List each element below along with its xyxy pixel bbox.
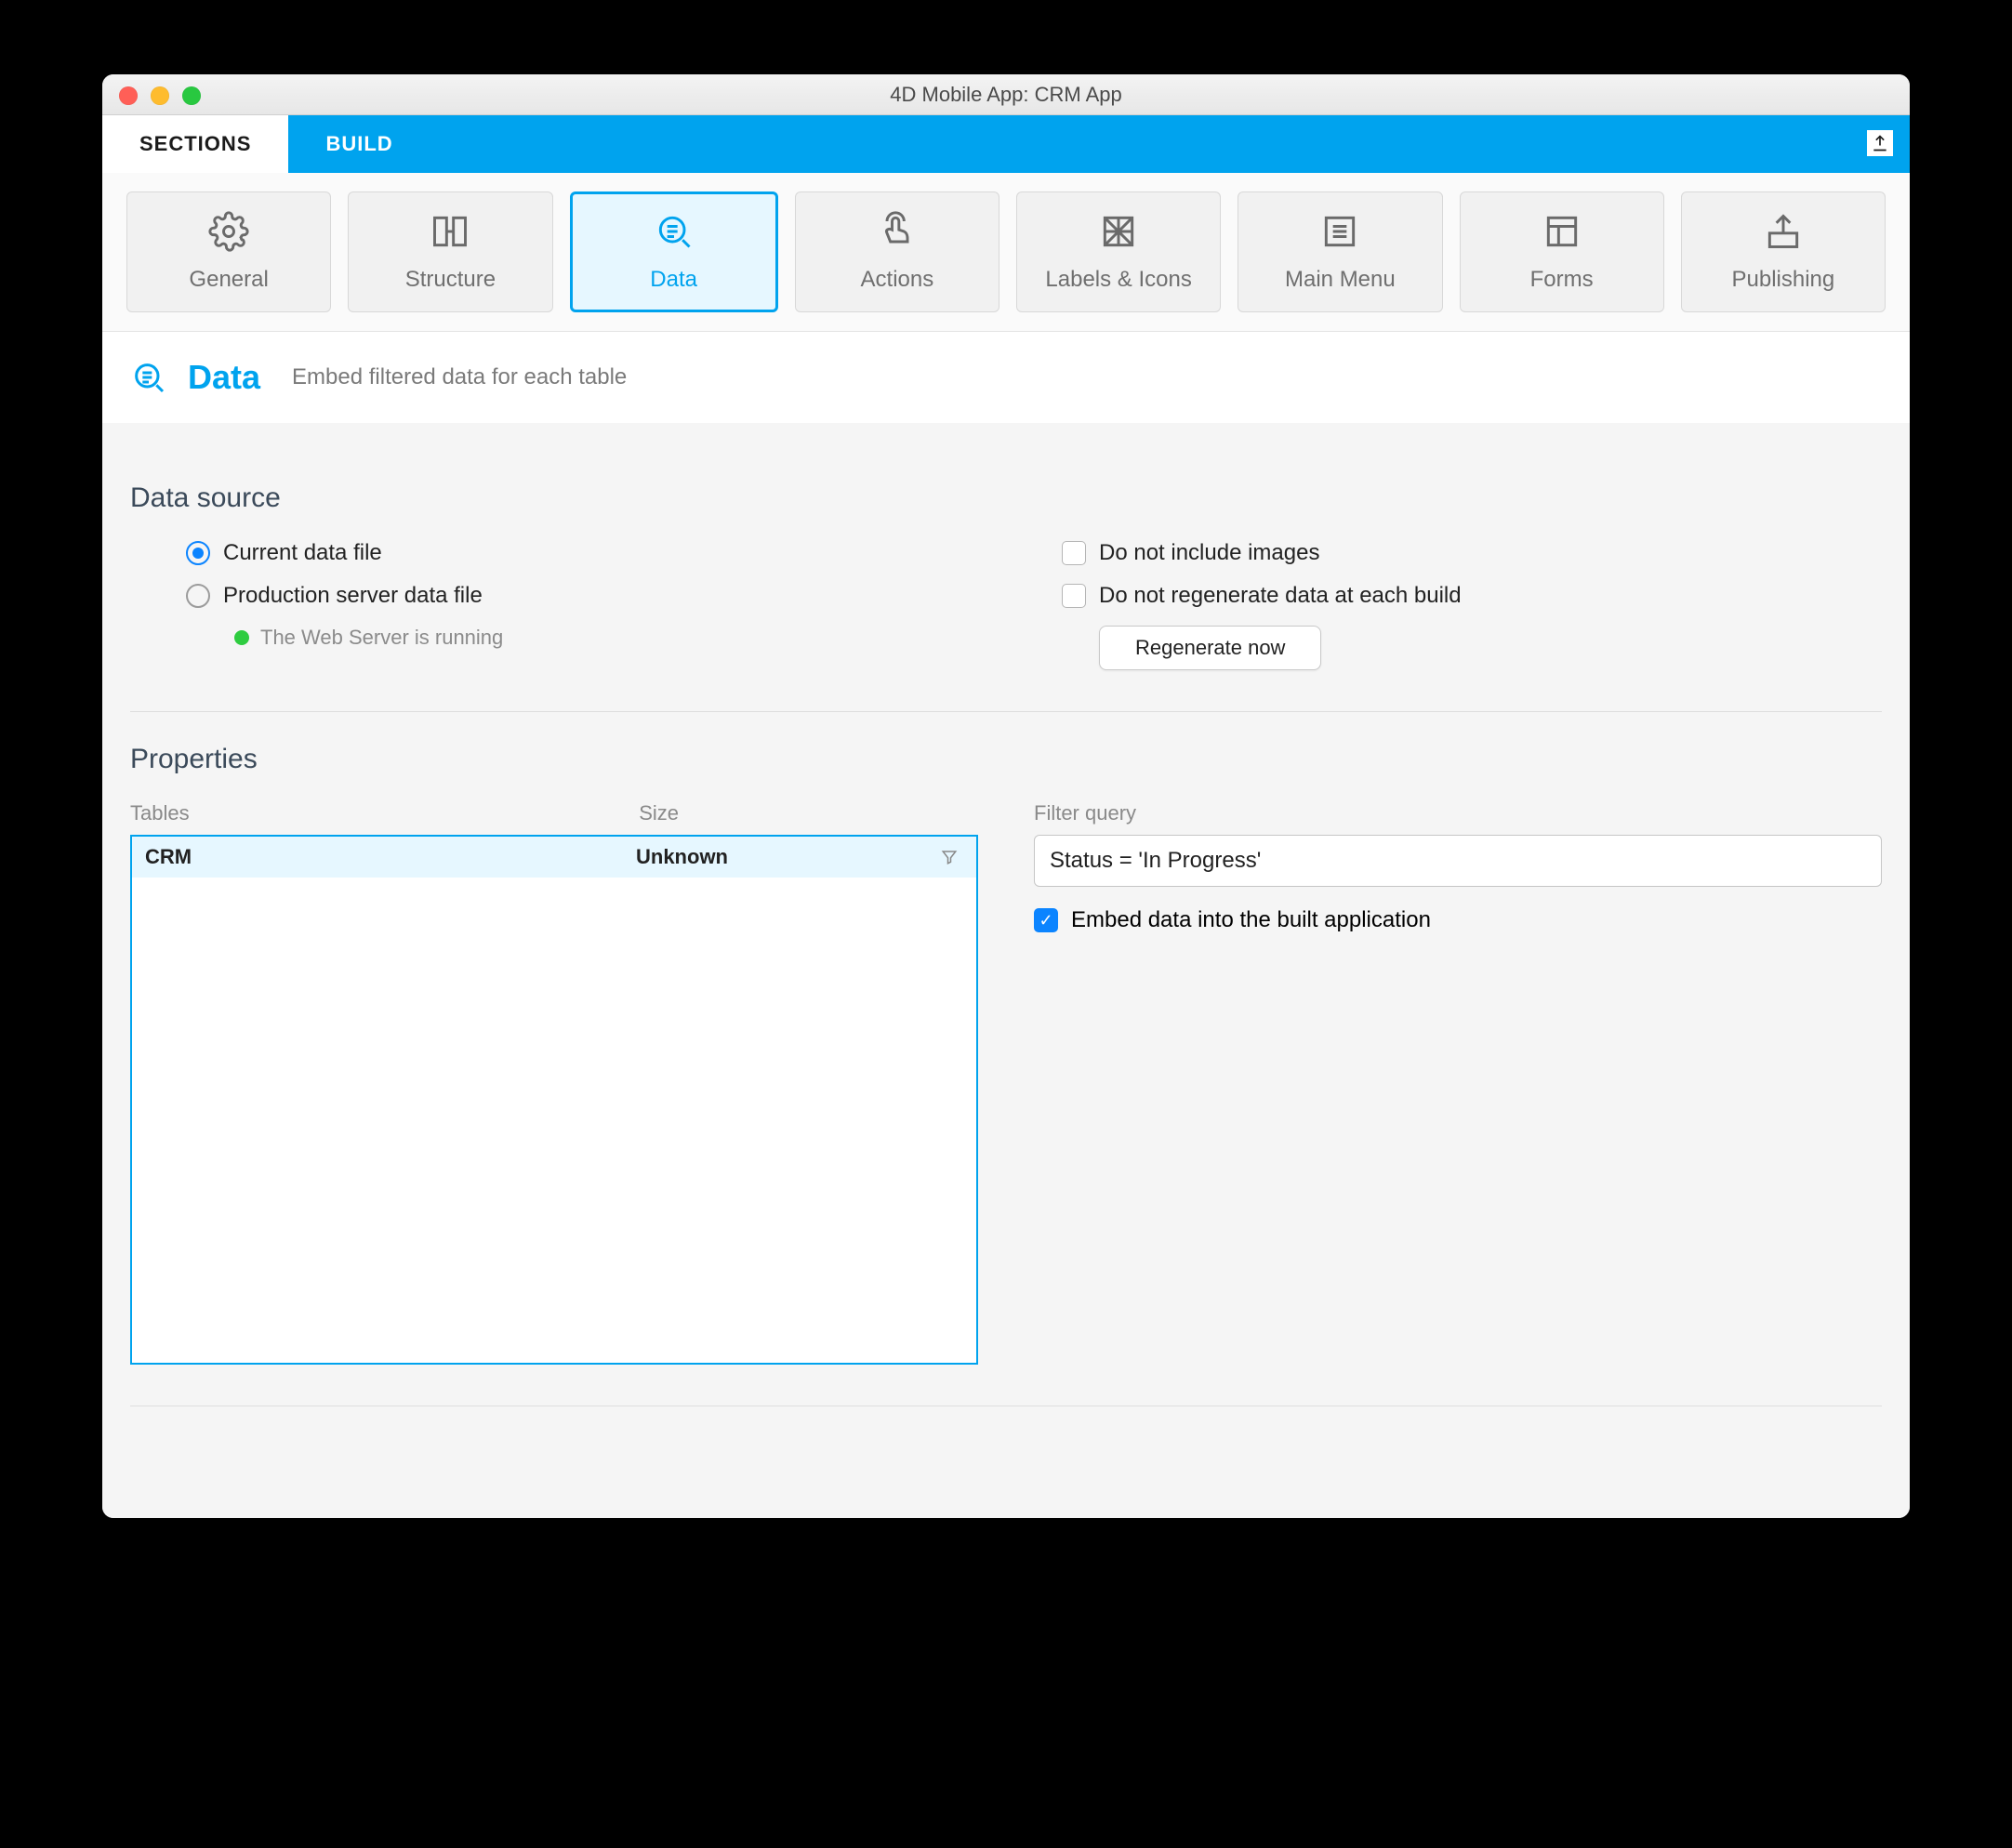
radio-icon <box>186 584 210 608</box>
radio-production-server[interactable]: Production server data file <box>186 583 1006 609</box>
close-icon[interactable] <box>119 86 138 105</box>
tables-panel: Tables Size CRM Unknown <box>130 801 978 1365</box>
radio-current-data-file[interactable]: Current data file <box>186 540 1006 566</box>
zoom-icon[interactable] <box>182 86 201 105</box>
section-publishing[interactable]: Publishing <box>1681 191 1886 312</box>
gear-icon <box>208 211 249 252</box>
divider <box>130 711 1882 712</box>
section-data-label: Data <box>650 267 697 293</box>
window-controls <box>119 86 201 105</box>
check-no-images[interactable]: Do not include images <box>1062 540 1882 566</box>
checkbox-icon: ✓ <box>1034 908 1058 932</box>
page-title: Data <box>188 358 260 397</box>
page-header: Data Embed filtered data for each table <box>102 332 1910 423</box>
properties-heading: Properties <box>130 744 1882 775</box>
datasource-heading: Data source <box>130 482 1882 514</box>
window-title: 4D Mobile App: CRM App <box>890 83 1121 107</box>
menu-icon <box>1319 211 1360 252</box>
checkbox-icon <box>1062 541 1086 565</box>
page-body: Data source Current data file Production… <box>102 423 1910 1518</box>
section-actions-label: Actions <box>861 267 934 293</box>
section-forms[interactable]: Forms <box>1460 191 1664 312</box>
filter-panel: Filter query ✓ Embed data into the built… <box>1034 801 1882 1365</box>
section-mainmenu[interactable]: Main Menu <box>1238 191 1442 312</box>
data-search-icon <box>654 211 695 252</box>
table-name: CRM <box>145 845 636 869</box>
radio-current-label: Current data file <box>223 540 382 566</box>
labels-icon <box>1098 211 1139 252</box>
section-actions[interactable]: Actions <box>795 191 999 312</box>
app-window: 4D Mobile App: CRM App SECTIONS BUILD Ge… <box>102 74 1910 1518</box>
section-forms-label: Forms <box>1530 267 1594 293</box>
upload-icon[interactable] <box>1867 130 1893 156</box>
structure-icon <box>430 211 470 252</box>
page-subtitle: Embed filtered data for each table <box>292 364 627 390</box>
check-no-regenerate[interactable]: Do not regenerate data at each build <box>1062 583 1882 609</box>
data-search-icon <box>130 359 167 396</box>
check-no-images-label: Do not include images <box>1099 540 1319 566</box>
radio-production-label: Production server data file <box>223 583 483 609</box>
table-row[interactable]: CRM Unknown <box>132 837 976 878</box>
filter-query-input[interactable] <box>1034 835 1882 887</box>
tap-icon <box>877 211 918 252</box>
tab-bar: SECTIONS BUILD <box>102 115 1910 173</box>
radio-icon <box>186 541 210 565</box>
upload-box-icon <box>1763 211 1804 252</box>
section-structure[interactable]: Structure <box>348 191 552 312</box>
filter-icon <box>935 849 963 865</box>
section-general[interactable]: General <box>126 191 331 312</box>
tables-list[interactable]: CRM Unknown <box>130 835 978 1365</box>
col-tables: Tables <box>130 801 639 825</box>
titlebar: 4D Mobile App: CRM App <box>102 74 1910 115</box>
section-data[interactable]: Data <box>570 191 778 312</box>
check-embed-data[interactable]: ✓ Embed data into the built application <box>1034 907 1882 933</box>
section-mainmenu-label: Main Menu <box>1285 267 1396 293</box>
server-status-text: The Web Server is running <box>260 626 503 650</box>
table-size: Unknown <box>636 845 935 869</box>
forms-icon <box>1542 211 1582 252</box>
check-embed-label: Embed data into the built application <box>1071 907 1431 933</box>
tab-build[interactable]: BUILD <box>288 115 430 173</box>
check-no-regenerate-label: Do not regenerate data at each build <box>1099 583 1462 609</box>
section-labels[interactable]: Labels & Icons <box>1016 191 1221 312</box>
section-general-label: General <box>189 267 268 293</box>
status-dot-icon <box>234 630 249 645</box>
minimize-icon[interactable] <box>151 86 169 105</box>
col-size: Size <box>639 801 978 825</box>
section-labels-label: Labels & Icons <box>1045 267 1191 293</box>
section-toolbar: General Structure Data Actions Labels & … <box>102 173 1910 332</box>
section-structure-label: Structure <box>405 267 496 293</box>
regenerate-button[interactable]: Regenerate now <box>1099 626 1321 670</box>
server-status: The Web Server is running <box>234 626 1006 650</box>
section-publishing-label: Publishing <box>1732 267 1835 293</box>
filter-query-label: Filter query <box>1034 801 1882 825</box>
tab-sections[interactable]: SECTIONS <box>102 115 288 173</box>
checkbox-icon <box>1062 584 1086 608</box>
